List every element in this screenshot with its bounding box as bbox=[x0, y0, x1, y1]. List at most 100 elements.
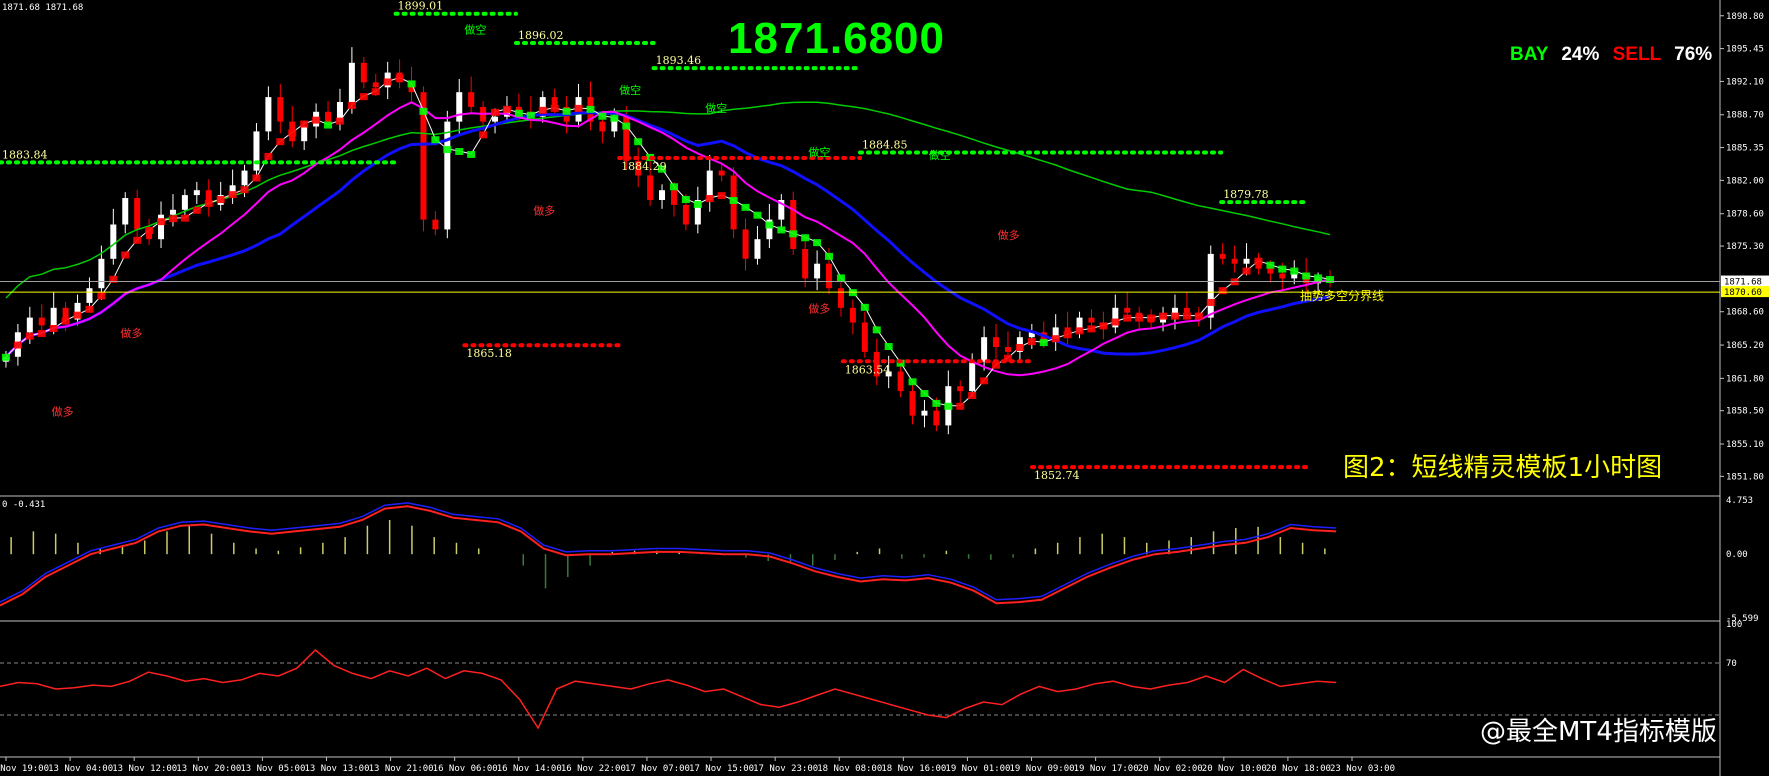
trend-block bbox=[1278, 265, 1287, 273]
trend-block bbox=[514, 109, 523, 117]
trend-block bbox=[1254, 257, 1263, 265]
trend-block bbox=[1159, 312, 1168, 320]
candle-body bbox=[1267, 268, 1274, 274]
candle-body bbox=[670, 190, 677, 205]
osc-axis-label: 70 bbox=[1726, 659, 1737, 669]
candle-body bbox=[1004, 347, 1011, 352]
candle-body bbox=[897, 371, 904, 392]
time-axis-label: 20 Nov 18:00 bbox=[1266, 764, 1331, 774]
time-axis-label: 19 Nov 01:00 bbox=[945, 764, 1010, 774]
time-axis-label: 19 Nov 09:00 bbox=[1010, 764, 1075, 774]
trend-block bbox=[395, 74, 404, 82]
time-axis-label: 16 Nov 06:00 bbox=[433, 764, 498, 774]
candle-body bbox=[981, 337, 988, 362]
time-axis-label: 23 Nov 03:00 bbox=[1330, 764, 1395, 774]
trend-block bbox=[13, 341, 22, 349]
trend-block bbox=[956, 402, 965, 410]
sell-label: SELL bbox=[1612, 44, 1661, 65]
trend-block bbox=[741, 203, 750, 211]
candle-body bbox=[933, 410, 940, 426]
level-label: 1893.46 bbox=[656, 54, 702, 67]
time-axis-label: 13 Nov 21:00 bbox=[369, 764, 434, 774]
trend-block bbox=[371, 88, 380, 96]
trend-block bbox=[145, 226, 154, 234]
axis-price-label: 1855.10 bbox=[1726, 440, 1764, 450]
trend-block bbox=[133, 236, 142, 244]
trend-block bbox=[753, 211, 762, 219]
trend-block bbox=[1123, 314, 1132, 322]
trend-block bbox=[324, 121, 333, 129]
candle-body bbox=[1124, 307, 1131, 313]
chart-stage: 抽势多空分界线 1883.84 1899.01 1896.02 1893.46 1884.… bbox=[0, 0, 1769, 776]
trend-block bbox=[288, 129, 297, 137]
trend-block bbox=[610, 114, 619, 122]
axis-price-label: 1858.50 bbox=[1726, 407, 1764, 417]
trend-block bbox=[884, 343, 893, 351]
trend-block bbox=[860, 303, 869, 311]
chart-caption: 图2：短线精灵模板1小时图 bbox=[1343, 453, 1663, 483]
trend-block bbox=[1302, 272, 1311, 280]
ma-mid-line bbox=[5, 101, 1331, 377]
candle-body bbox=[181, 195, 188, 210]
candle-body bbox=[134, 198, 141, 230]
trend-block bbox=[85, 305, 94, 313]
trend-block bbox=[228, 191, 237, 199]
candle-body bbox=[1088, 317, 1095, 323]
trend-block bbox=[872, 326, 881, 334]
level-label: 1896.02 bbox=[518, 29, 564, 42]
axis-price-label: 1870.60 bbox=[1724, 288, 1762, 298]
trend-block bbox=[1111, 318, 1120, 326]
candle-body bbox=[26, 317, 33, 333]
macd-axis-label: 4.753 bbox=[1726, 496, 1753, 506]
candle-body bbox=[861, 322, 868, 352]
trend-block bbox=[1063, 331, 1072, 339]
trend-block bbox=[276, 138, 285, 146]
candle-body bbox=[802, 249, 809, 279]
price-chart[interactable]: 抽势多空分界线 1883.84 1899.01 1896.02 1893.46 1884.… bbox=[0, 0, 1769, 776]
trend-block bbox=[180, 214, 189, 222]
trend-block bbox=[825, 252, 834, 260]
ma-fast-line bbox=[5, 76, 1331, 407]
trend-block bbox=[335, 117, 344, 125]
trend-block bbox=[49, 324, 58, 332]
axis-price-label: 1865.20 bbox=[1726, 341, 1764, 351]
trend-block bbox=[1266, 261, 1275, 269]
trend-block bbox=[1218, 287, 1227, 295]
buy-signal: 做多 bbox=[52, 405, 74, 419]
candle-body bbox=[599, 121, 606, 132]
axis-price-label: 1875.30 bbox=[1726, 242, 1764, 252]
trend-block bbox=[980, 377, 989, 385]
trend-block bbox=[502, 105, 511, 113]
trend-block bbox=[1194, 312, 1203, 320]
osc-line bbox=[0, 648, 1337, 730]
buy-sell-ratio: BAY 24% SELL 76% bbox=[1510, 44, 1712, 66]
trend-block bbox=[479, 131, 488, 139]
current-price-display: 1871.6800 bbox=[728, 14, 945, 63]
trend-block bbox=[383, 78, 392, 86]
trend-block bbox=[586, 105, 595, 113]
candle-body bbox=[682, 204, 689, 225]
axis-price-label: 1868.60 bbox=[1726, 308, 1764, 318]
candle-body bbox=[1231, 258, 1238, 264]
trend-block bbox=[1075, 327, 1084, 335]
trend-block bbox=[538, 106, 547, 114]
sell-signal: 做空 bbox=[464, 22, 486, 36]
trend-block bbox=[717, 192, 726, 200]
axis-price-label: 1878.60 bbox=[1726, 210, 1764, 220]
trend-block bbox=[574, 104, 583, 112]
time-axis-label: 18 Nov 16:00 bbox=[881, 764, 946, 774]
time-axis-label: 13 Nov 05:00 bbox=[240, 764, 305, 774]
candle-body bbox=[86, 288, 93, 303]
trend-block bbox=[312, 116, 321, 124]
level-label: 1883.84 bbox=[2, 148, 48, 161]
trend-block bbox=[1015, 344, 1024, 351]
candle-body bbox=[1183, 307, 1190, 313]
candle-body bbox=[110, 224, 117, 259]
trend-block bbox=[347, 101, 356, 109]
time-axis-label: 17 Nov 23:00 bbox=[753, 764, 818, 774]
trend-block bbox=[264, 152, 273, 160]
trend-block bbox=[1242, 267, 1251, 275]
osc-axis-label: 100 bbox=[1726, 620, 1742, 630]
trend-block bbox=[1099, 322, 1108, 330]
trend-block bbox=[443, 146, 452, 154]
